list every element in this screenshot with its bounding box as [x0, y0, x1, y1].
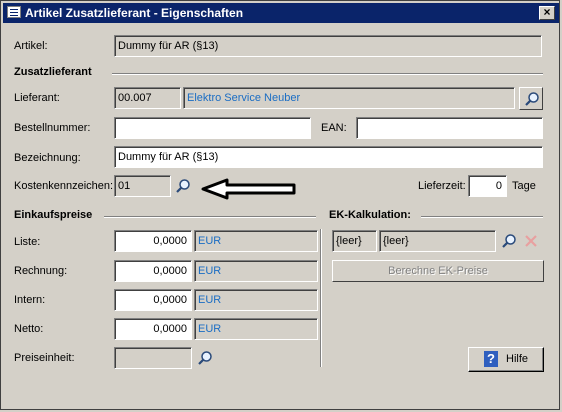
- close-button[interactable]: ×: [539, 6, 555, 20]
- title-bar[interactable]: Artikel Zusatzlieferant - Eigenschaften …: [3, 3, 559, 23]
- preis-input-netto[interactable]: 0,0000: [114, 318, 192, 340]
- arrow-annotation-icon: [201, 178, 296, 200]
- bestellnummer-label: Bestellnummer:: [14, 122, 91, 134]
- bestellnummer-input[interactable]: [114, 117, 311, 139]
- dialog-window: Artikel Zusatzlieferant - Eigenschaften …: [0, 0, 560, 410]
- ek-kalkulation-field-2: {leer}: [379, 230, 496, 252]
- kostenkennzeichen-field: 01: [114, 175, 171, 197]
- lieferant-search-button[interactable]: [519, 87, 543, 110]
- currency-field-netto: EUR: [194, 318, 318, 340]
- bezeichnung-label: Bezeichnung:: [14, 152, 81, 164]
- lieferzeit-input[interactable]: 0: [468, 175, 507, 197]
- hilfe-button[interactable]: ? Hilfe: [468, 347, 544, 372]
- ek-kalkulation-separator: [421, 216, 543, 218]
- kostenkennzeichen-search-icon[interactable]: [175, 178, 191, 194]
- artikel-field: Dummy für AR (§13): [114, 35, 542, 57]
- lieferant-label: Lieferant:: [14, 92, 60, 104]
- ean-input[interactable]: [356, 117, 543, 139]
- preis-label-rechnung: Rechnung:: [14, 265, 68, 277]
- ek-kalkulation-title: EK-Kalkulation:: [329, 209, 411, 221]
- currency-field-liste: EUR: [194, 230, 318, 252]
- artikel-label: Artikel:: [14, 40, 48, 52]
- hilfe-label: Hilfe: [506, 353, 529, 365]
- preis-label-netto: Netto:: [14, 323, 44, 335]
- einkaufspreise-title: Einkaufspreise: [14, 209, 93, 221]
- ek-kalkulation-search-icon[interactable]: [501, 233, 517, 249]
- magnifier-icon: [525, 92, 539, 106]
- preis-label-intern: Intern:: [14, 294, 46, 306]
- zusatzlieferant-title: Zusatzlieferant: [14, 66, 92, 78]
- window-title: Artikel Zusatzlieferant - Eigenschaften: [25, 6, 244, 20]
- lieferzeit-label: Lieferzeit:: [418, 180, 466, 192]
- bezeichnung-input[interactable]: Dummy für AR (§13): [114, 146, 543, 168]
- berechne-ek-preise-button[interactable]: Berechne EK-Preise: [332, 260, 544, 282]
- currency-field-rechnung: EUR: [194, 260, 318, 282]
- zusatzlieferant-separator: [112, 73, 543, 75]
- vertical-divider: [320, 229, 322, 367]
- preis-input-liste[interactable]: 0,0000: [114, 230, 192, 252]
- currency-field-intern: EUR: [194, 289, 318, 311]
- ean-label: EAN:: [321, 122, 347, 134]
- ek-kalkulation-field-1: {leer}: [332, 230, 377, 252]
- lieferant-number-field: 00.007: [114, 87, 181, 109]
- preis-input-intern[interactable]: 0,0000: [114, 289, 192, 311]
- help-icon: ?: [484, 351, 498, 367]
- kostenkennzeichen-label: Kostenkennzeichen:: [14, 180, 114, 192]
- preis-input-rechnung[interactable]: 0,0000: [114, 260, 192, 282]
- ek-kalkulation-delete-icon[interactable]: [523, 233, 539, 249]
- preiseinheit-search-icon[interactable]: [197, 350, 213, 366]
- preiseinheit-field: [114, 347, 192, 369]
- lieferant-name-field[interactable]: Elektro Service Neuber: [183, 87, 515, 109]
- lieferzeit-unit: Tage: [512, 180, 536, 192]
- einkaufspreise-separator: [104, 216, 316, 218]
- preis-label-liste: Liste:: [14, 236, 41, 248]
- preiseinheit-label: Preiseinheit:: [14, 352, 75, 364]
- app-icon: [7, 6, 21, 18]
